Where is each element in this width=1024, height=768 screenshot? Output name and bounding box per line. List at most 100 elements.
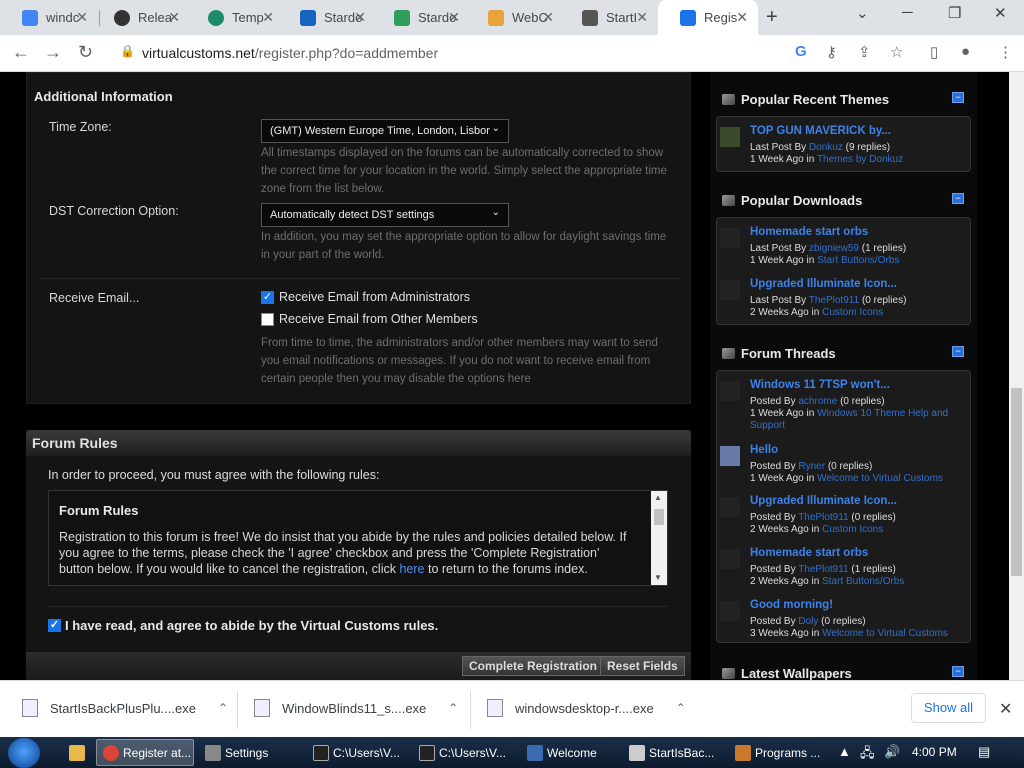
user-link[interactable]: Donkuz: [809, 142, 843, 153]
new-tab-button[interactable]: +: [766, 6, 778, 29]
user-link[interactable]: ThePlot911: [809, 295, 859, 306]
email-members-checkbox[interactable]: Receive Email from Other Members: [261, 312, 478, 326]
forum-link[interactable]: Start Buttons/Orbs: [817, 255, 899, 266]
menu-icon[interactable]: ⋮: [998, 43, 1013, 61]
chevron-up-icon[interactable]: ⌃: [448, 701, 458, 715]
forum-link[interactable]: Support: [750, 420, 785, 431]
download-item[interactable]: WindowBlinds11_s....exe ⌃: [254, 699, 458, 717]
google-translate-icon[interactable]: G: [795, 43, 807, 60]
forum-link[interactable]: Custom Icons: [822, 307, 883, 318]
taskbar-settings[interactable]: Settings: [198, 739, 302, 766]
show-all-button[interactable]: Show all: [911, 693, 986, 723]
close-tab-icon[interactable]: ✕: [542, 9, 554, 26]
rules-scrollbar[interactable]: ▲ ▼: [651, 491, 667, 585]
profile-icon[interactable]: ●: [961, 43, 970, 60]
item-title-link[interactable]: Homemade start orbs: [750, 226, 868, 238]
page-scrollbar[interactable]: [1009, 72, 1024, 680]
minimize-button[interactable]: ─: [902, 4, 913, 21]
forum-link[interactable]: Welcome to Virtual Customs: [817, 473, 943, 484]
user-link[interactable]: achrome: [798, 396, 837, 407]
scroll-thumb[interactable]: [654, 509, 664, 525]
restore-button[interactable]: ❐: [948, 4, 961, 22]
collapse-icon[interactable]: −: [952, 92, 964, 103]
checkbox-checked-icon[interactable]: ✓: [48, 619, 61, 632]
download-item[interactable]: windowsdesktop-r....exe ⌃: [487, 699, 686, 717]
user-link[interactable]: Ryner: [798, 461, 825, 472]
scroll-up-icon[interactable]: ▲: [654, 493, 662, 502]
item-title-link[interactable]: TOP GUN MAVERICK by...: [750, 125, 891, 137]
taskbar-cmd-2[interactable]: C:\Users\V...: [412, 739, 516, 766]
tab-search-icon[interactable]: ⌄: [856, 4, 869, 22]
close-tab-icon[interactable]: ✕: [76, 9, 88, 26]
tab-4[interactable]: Stardo ✕: [278, 0, 376, 35]
rules-textbox[interactable]: Forum Rules Registration to this forum i…: [48, 490, 668, 586]
chevron-up-icon[interactable]: ⌃: [676, 701, 686, 715]
reload-icon[interactable]: ↻: [78, 42, 93, 63]
start-button[interactable]: [8, 738, 40, 768]
close-window-button[interactable]: ✕: [994, 4, 1007, 22]
forum-link[interactable]: Themes by Donkuz: [817, 154, 903, 165]
user-link[interactable]: Doly: [798, 616, 818, 627]
timezone-select[interactable]: (GMT) Western Europe Time, London, Lisbo…: [261, 119, 509, 143]
chevron-up-icon[interactable]: ⌃: [218, 701, 228, 715]
taskbar-programs[interactable]: Programs ...: [728, 739, 828, 766]
forum-link[interactable]: Welcome to Virtual Customs: [822, 628, 948, 639]
forum-link[interactable]: Windows 10 Theme Help and: [817, 408, 948, 419]
tray-arrow-icon[interactable]: ▲: [838, 744, 851, 759]
taskbar-chrome[interactable]: Register at...: [96, 739, 194, 766]
complete-registration-button[interactable]: Complete Registration: [462, 656, 605, 676]
item-title-link[interactable]: Upgraded Illuminate Icon...: [750, 278, 897, 290]
share-icon[interactable]: ⇪: [858, 43, 871, 61]
back-icon[interactable]: ←: [12, 42, 30, 63]
taskbar-welcome[interactable]: Welcome: [520, 739, 618, 766]
bookmark-star-icon[interactable]: ☆: [890, 43, 903, 61]
dst-select[interactable]: Automatically detect DST settings ⌄: [261, 203, 509, 227]
close-tab-icon[interactable]: ✕: [448, 9, 460, 26]
scroll-down-icon[interactable]: ▼: [654, 573, 662, 582]
tab-7[interactable]: StartI ✕: [560, 0, 658, 35]
tab-6[interactable]: WebC ✕: [466, 0, 564, 35]
item-title-link[interactable]: Good morning!: [750, 599, 833, 611]
tab-5[interactable]: Stardo ✕: [372, 0, 470, 35]
checkbox-checked-icon[interactable]: ✓: [261, 290, 274, 304]
item-title-link[interactable]: Homemade start orbs: [750, 547, 868, 559]
close-tab-icon[interactable]: ✕: [262, 9, 274, 26]
return-link[interactable]: here: [399, 562, 424, 576]
close-tab-icon[interactable]: ✕: [636, 9, 648, 26]
lock-icon[interactable]: 🔒: [120, 44, 135, 58]
reset-fields-button[interactable]: Reset Fields: [600, 656, 685, 676]
close-tab-icon[interactable]: ✕: [736, 9, 748, 26]
close-tab-icon[interactable]: ✕: [168, 9, 180, 26]
volume-icon[interactable]: 🔊: [884, 744, 900, 760]
notification-icon[interactable]: ▤: [978, 744, 990, 760]
tab-register[interactable]: Regis ✕: [658, 0, 758, 35]
tab-3[interactable]: Temp ✕: [186, 0, 284, 35]
email-admin-checkbox[interactable]: ✓ Receive Email from Administrators: [261, 290, 470, 304]
network-icon[interactable]: 🖧: [860, 744, 875, 766]
download-item[interactable]: StartIsBackPlusPlu....exe ⌃: [22, 699, 228, 717]
forum-link[interactable]: Start Buttons/Orbs: [822, 576, 904, 587]
close-tab-icon[interactable]: ✕: [354, 9, 366, 26]
taskbar-startisback[interactable]: StartIsBac...: [622, 739, 724, 766]
user-link[interactable]: ThePlot911: [798, 512, 848, 523]
clock[interactable]: 4:00 PM: [912, 745, 957, 759]
item-title-link[interactable]: Upgraded Illuminate Icon...: [750, 495, 897, 507]
user-link[interactable]: zbigniew59: [809, 243, 859, 254]
taskbar-cmd-1[interactable]: C:\Users\V...: [306, 739, 410, 766]
key-icon[interactable]: ⚷: [826, 43, 837, 61]
collapse-icon[interactable]: −: [952, 666, 964, 677]
item-title-link[interactable]: Windows 11 7TSP won't...: [750, 379, 890, 391]
sidepanel-icon[interactable]: ▯: [930, 43, 938, 61]
agree-checkbox[interactable]: ✓ I have read, and agree to abide by the …: [48, 618, 438, 633]
checkbox-icon[interactable]: [261, 312, 274, 326]
collapse-icon[interactable]: −: [952, 346, 964, 357]
forum-link[interactable]: Custom Icons: [822, 524, 883, 535]
collapse-icon[interactable]: −: [952, 193, 964, 204]
user-link[interactable]: ThePlot911: [798, 564, 848, 575]
tab-1[interactable]: windc ✕: [0, 0, 98, 35]
close-icon[interactable]: ✕: [999, 699, 1012, 719]
scroll-thumb[interactable]: [1011, 388, 1022, 576]
item-title-link[interactable]: Hello: [750, 444, 778, 456]
explorer-taskbar-button[interactable]: [62, 739, 92, 766]
tab-2[interactable]: Relea ✕: [92, 0, 190, 35]
